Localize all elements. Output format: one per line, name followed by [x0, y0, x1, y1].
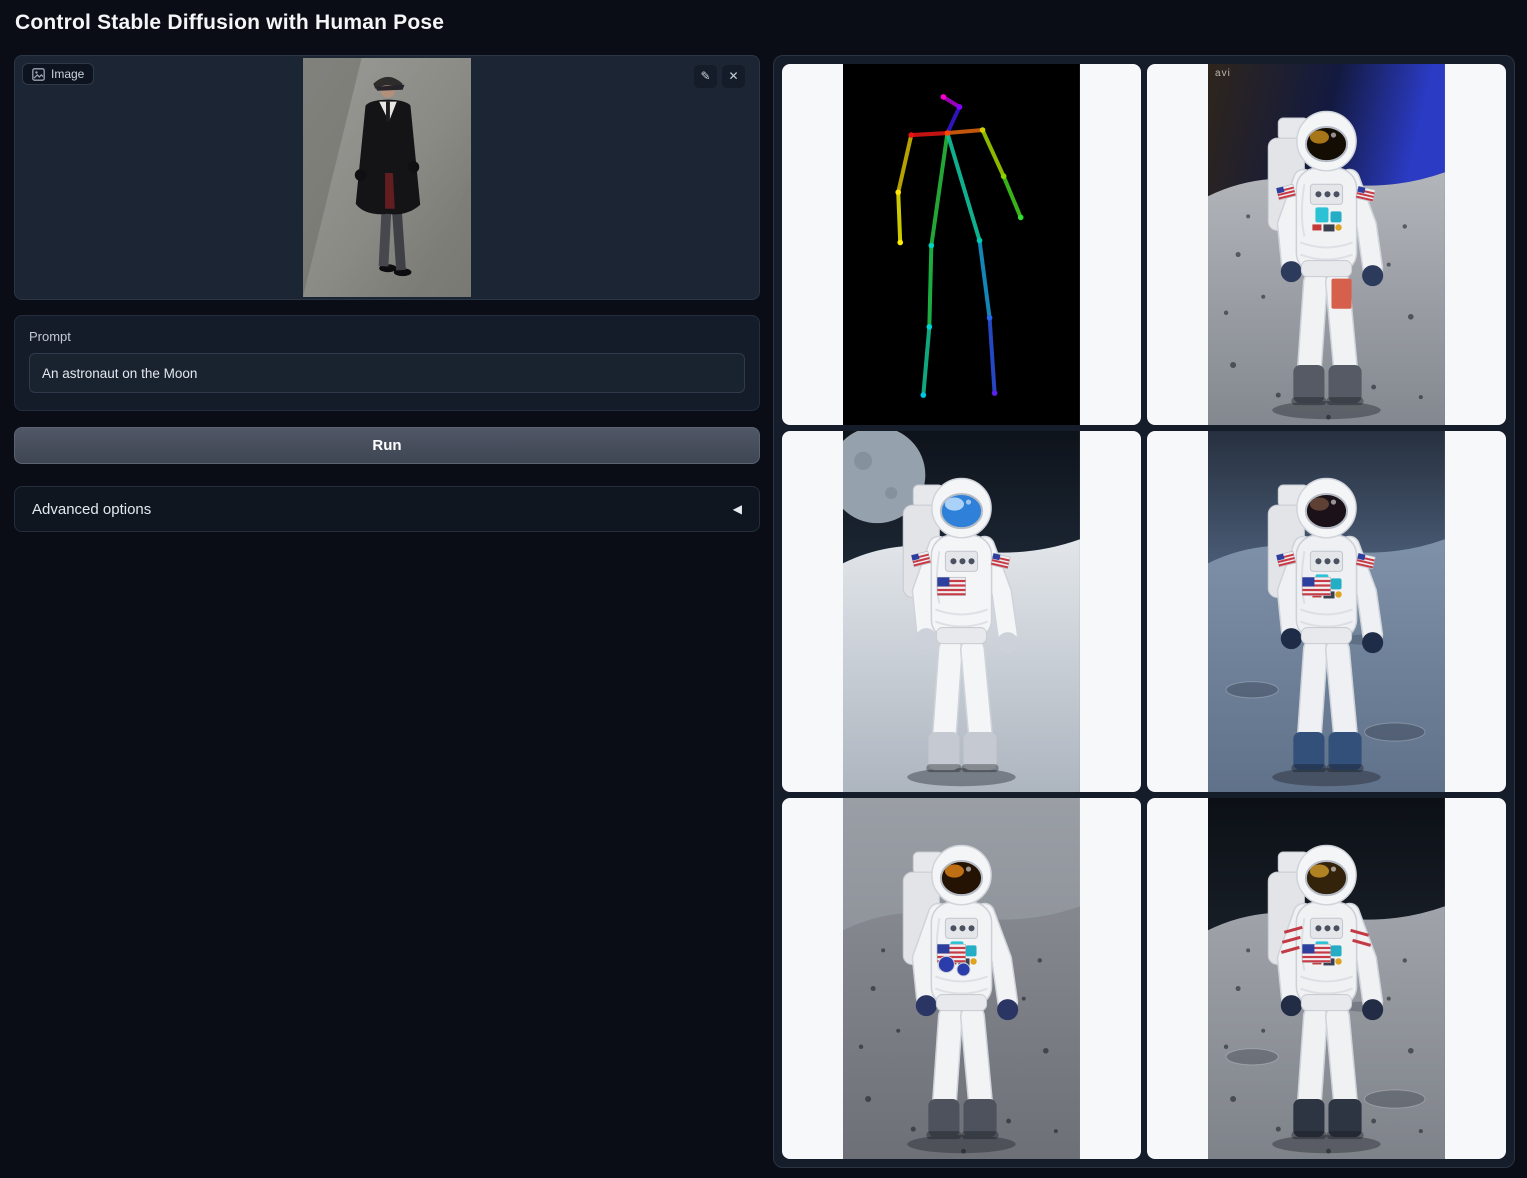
- advanced-options-label: Advanced options: [32, 501, 151, 518]
- image-label-badge: Image: [22, 63, 94, 85]
- input-image-panel: Image ✎ ✕: [14, 55, 760, 300]
- prompt-panel: Prompt: [14, 315, 760, 411]
- edit-image-button[interactable]: ✎: [694, 65, 717, 88]
- gallery-item-openpose-skeleton[interactable]: [782, 64, 1141, 425]
- gallery-item-astronaut-1[interactable]: avi: [1147, 64, 1506, 425]
- pose-image: [843, 64, 1080, 425]
- page-title: Control Stable Diffusion with Human Pose: [15, 11, 444, 35]
- astronaut-image-1: avi: [1208, 64, 1445, 425]
- advanced-options-accordion[interactable]: Advanced options ◀: [14, 486, 760, 532]
- gallery-item-astronaut-5[interactable]: [1147, 798, 1506, 1159]
- image-watermark: avi: [1215, 68, 1231, 79]
- controls-column: Image ✎ ✕: [14, 55, 760, 532]
- accordion-collapsed-icon: ◀: [733, 502, 742, 516]
- astronaut-image-3: [1208, 431, 1445, 792]
- astronaut-image-4: [843, 798, 1080, 1159]
- image-label: Image: [51, 67, 84, 81]
- run-button[interactable]: Run: [14, 427, 760, 464]
- app-root: Control Stable Diffusion with Human Pose…: [0, 0, 1527, 1178]
- astronaut-image-2: [843, 431, 1080, 792]
- image-icon: [32, 68, 45, 81]
- image-actions: ✎ ✕: [694, 65, 745, 88]
- output-gallery: avi: [773, 55, 1515, 1168]
- close-icon: ✕: [728, 65, 738, 88]
- gallery-item-astronaut-2[interactable]: [782, 431, 1141, 792]
- gallery-grid: avi: [782, 64, 1506, 1159]
- prompt-input[interactable]: [29, 353, 745, 393]
- astronaut-image-5: [1208, 798, 1445, 1159]
- gallery-item-astronaut-4[interactable]: [782, 798, 1141, 1159]
- input-image-preview[interactable]: [303, 58, 471, 297]
- clear-image-button[interactable]: ✕: [722, 65, 745, 88]
- gallery-item-astronaut-3[interactable]: [1147, 431, 1506, 792]
- prompt-label: Prompt: [29, 329, 745, 344]
- pencil-icon: ✎: [700, 65, 710, 88]
- input-photo-graphic: [303, 58, 471, 297]
